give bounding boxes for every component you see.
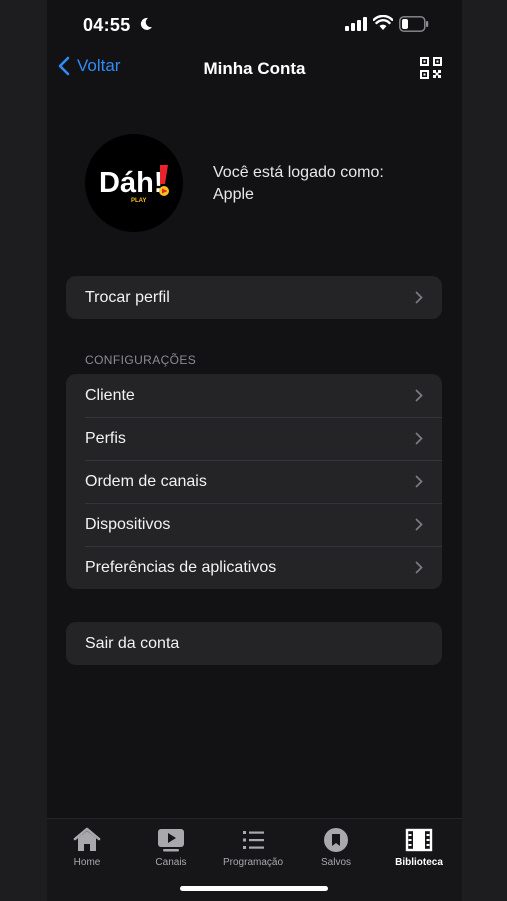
home-icon (73, 827, 101, 851)
settings-section-title: CONFIGURAÇÕES (85, 353, 197, 367)
settings-item-cliente[interactable]: Cliente (66, 374, 442, 417)
tab-programacao[interactable]: Programação (213, 827, 293, 868)
tab-canais[interactable]: Canais (131, 827, 211, 868)
tab-salvos[interactable]: Salvos (296, 827, 376, 868)
settings-group: Cliente Perfis Ordem de canais Dispositi… (66, 374, 442, 589)
settings-item-preferencias[interactable]: Preferências de aplicativos (66, 546, 442, 589)
dah-play-logo: Dáh! PLAY (99, 165, 169, 204)
settings-item-label: Dispositivos (85, 515, 171, 533)
chevron-right-icon (415, 518, 423, 531)
logged-in-label: Você está logado como: (213, 164, 384, 181)
moon-icon (140, 17, 152, 30)
list-icon (243, 831, 264, 849)
account-screen: 04:55 Voltar Minha Conta Dáh! PLAY Você … (47, 0, 462, 901)
tab-label: Home (73, 857, 101, 868)
home-indicator (180, 886, 328, 891)
chevron-right-icon (415, 432, 423, 445)
chevron-right-icon (415, 389, 423, 402)
tab-label: Canais (155, 857, 187, 868)
bookmark-icon (324, 828, 348, 852)
username: Apple (213, 186, 254, 203)
battery-icon (399, 16, 429, 32)
status-time: 04:55 (83, 15, 131, 35)
tab-biblioteca[interactable]: Biblioteca (379, 827, 459, 868)
chevron-right-icon (415, 475, 423, 488)
signal-icon (345, 17, 367, 31)
settings-item-perfis[interactable]: Perfis (66, 417, 442, 460)
tab-label: Salvos (320, 857, 351, 868)
logout-group: Sair da conta (66, 622, 442, 665)
switch-profile-label: Trocar perfil (85, 288, 170, 306)
settings-item-ordem-de-canais[interactable]: Ordem de canais (66, 460, 442, 503)
logged-in-info: Você está logado como: Apple (213, 162, 384, 206)
play-icon (158, 829, 184, 852)
avatar: Dáh! PLAY (85, 134, 183, 232)
settings-item-dispositivos[interactable]: Dispositivos (66, 503, 442, 546)
svg-text:PLAY: PLAY (131, 198, 146, 204)
qr-code-icon[interactable] (420, 57, 442, 79)
switch-profile-group: Trocar perfil (66, 276, 442, 319)
settings-item-label: Perfis (85, 429, 126, 447)
chevron-right-icon (415, 291, 423, 304)
settings-item-label: Preferências de aplicativos (85, 558, 277, 576)
tab-label: Biblioteca (395, 857, 443, 868)
navigation-bar: Voltar Minha Conta (47, 50, 462, 90)
wifi-icon (373, 15, 393, 30)
tab-home[interactable]: Home (47, 827, 127, 868)
chevron-right-icon (415, 561, 423, 574)
status-bar: 04:55 (47, 0, 462, 50)
logout-button[interactable]: Sair da conta (66, 622, 442, 665)
logout-label: Sair da conta (85, 634, 180, 652)
settings-item-label: Ordem de canais (85, 472, 207, 490)
film-icon (405, 828, 433, 852)
tab-label: Programação (222, 857, 284, 868)
svg-text:Dáh!: Dáh! (99, 167, 163, 199)
settings-item-label: Cliente (85, 386, 135, 404)
switch-profile-row[interactable]: Trocar perfil (66, 276, 442, 319)
page-title: Minha Conta (203, 59, 306, 78)
